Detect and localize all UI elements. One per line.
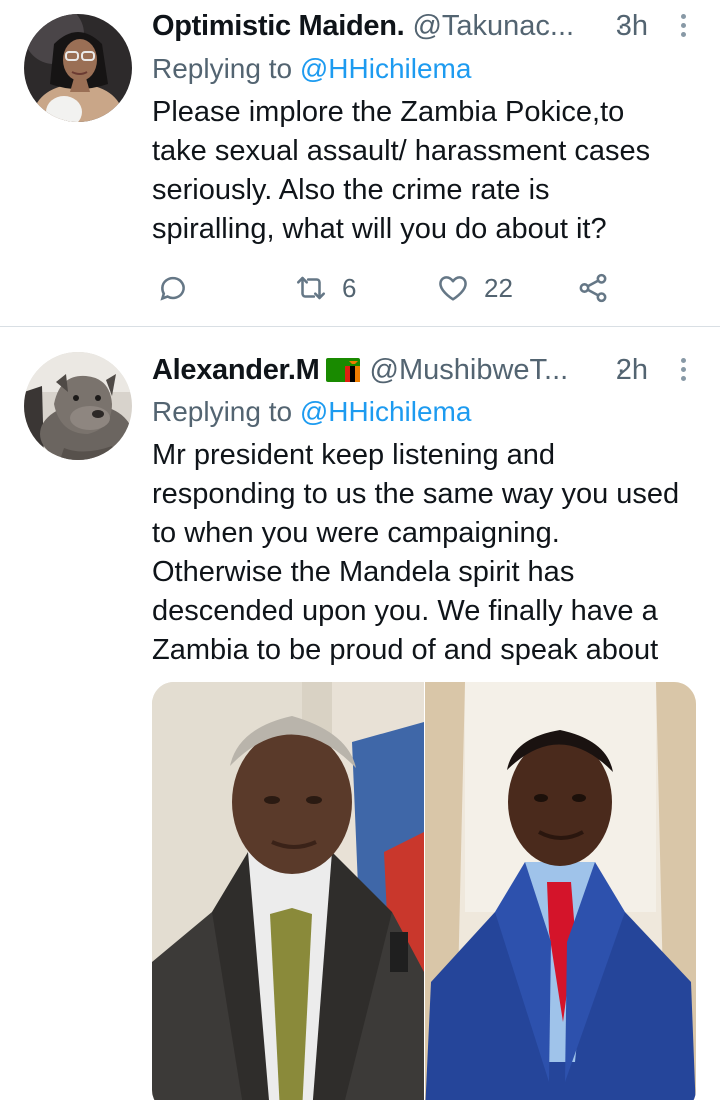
heart-icon [439, 276, 467, 301]
share-button[interactable] [576, 266, 610, 310]
more-vertical-icon[interactable] [678, 14, 688, 40]
zambia-flag-icon [325, 358, 360, 382]
more-vertical-icon[interactable] [678, 358, 688, 384]
photo-right[interactable] [425, 682, 696, 1100]
tweet-text: Please implore the Zambia Pokice,to take… [152, 93, 700, 249]
tweet-text: Mr president keep listening and respondi… [152, 436, 700, 670]
tweet-media[interactable] [152, 682, 696, 1100]
replying-to: Replying to @HHichilema [152, 392, 471, 432]
retweet-icon [296, 276, 326, 300]
mention-link[interactable]: @HHichilema [300, 396, 472, 427]
tweet-text-line: take sexual assault/ harassment cases [152, 135, 651, 167]
tweet-text-line: spiralling, what will you do about it? [152, 213, 607, 245]
timestamp[interactable]: 3h [616, 6, 648, 46]
retweet-button[interactable]: 6 [294, 266, 356, 310]
user-handle[interactable]: @MushibweT... [370, 354, 569, 386]
reply-button[interactable] [156, 266, 190, 310]
avatar[interactable] [24, 14, 132, 122]
share-icon [579, 273, 607, 303]
action-bar: 6 22 [152, 266, 652, 310]
tweet-text-line: Mr president keep listening and [152, 439, 556, 471]
timestamp[interactable]: 2h [616, 350, 648, 390]
avatar[interactable] [24, 352, 132, 460]
mention-link[interactable]: @HHichilema [300, 53, 472, 84]
reply-icon [160, 276, 185, 301]
display-name[interactable]: Alexander.M [152, 354, 320, 386]
tweet-header: Alexander.M @MushibweT... · 2h [152, 350, 720, 390]
photo-left[interactable] [152, 682, 424, 1100]
replying-prefix: Replying to [152, 53, 300, 84]
retweet-count: 6 [342, 272, 357, 303]
tweet-text-line: Please implore the Zambia Pokice,to [152, 96, 625, 128]
display-name[interactable]: Optimistic Maiden. [152, 10, 405, 42]
tweet[interactable]: Optimistic Maiden. @Takunac... · 3h Repl… [0, 0, 720, 326]
user-handle[interactable]: @Takunac... [412, 10, 574, 42]
tweet-text-line: Otherwise the Mandela spirit has [152, 556, 575, 588]
tweet-text-line: seriously. Also the crime rate is [152, 174, 550, 206]
tweet-header: Optimistic Maiden. @Takunac... · 3h [152, 6, 720, 46]
tweet[interactable]: Alexander.M @MushibweT... · 2h Replying … [0, 327, 720, 1100]
replying-prefix: Replying to [152, 396, 300, 427]
like-button[interactable]: 22 [436, 266, 513, 310]
tweet-text-line: descended upon you. We finally have a [152, 595, 658, 627]
like-count: 22 [484, 272, 513, 303]
tweet-text-line: responding to us the same way you used [152, 478, 680, 510]
replying-to: Replying to @HHichilema [152, 49, 471, 89]
tweet-text-line: Zambia to be proud of and speak about [152, 634, 659, 666]
tweet-text-line: to when you were campaigning. [152, 517, 560, 549]
